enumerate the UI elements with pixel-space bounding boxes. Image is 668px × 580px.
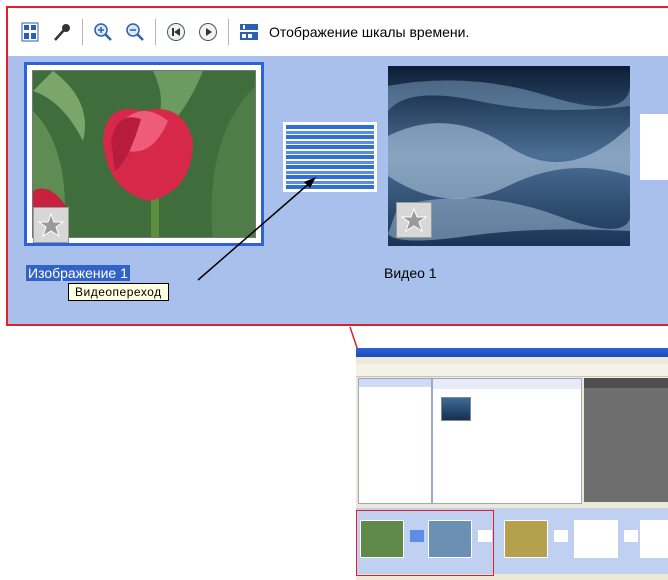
- mini-clip-empty: [640, 520, 668, 558]
- mini-toolbar: [356, 364, 668, 377]
- mini-menu-bar: [356, 357, 668, 364]
- mini-highlight-box: [356, 510, 494, 576]
- mini-clip-leaves: [504, 520, 548, 558]
- mini-collection-pane: [432, 378, 582, 504]
- mini-preview-monitor: [584, 378, 668, 502]
- mini-clip-thumbnail: [441, 397, 471, 421]
- mini-transition: [624, 530, 638, 542]
- mini-clip-empty: [574, 520, 618, 558]
- mini-tasks-pane: [358, 378, 432, 504]
- mini-title-bar: [356, 348, 668, 357]
- mini-transition: [554, 530, 568, 542]
